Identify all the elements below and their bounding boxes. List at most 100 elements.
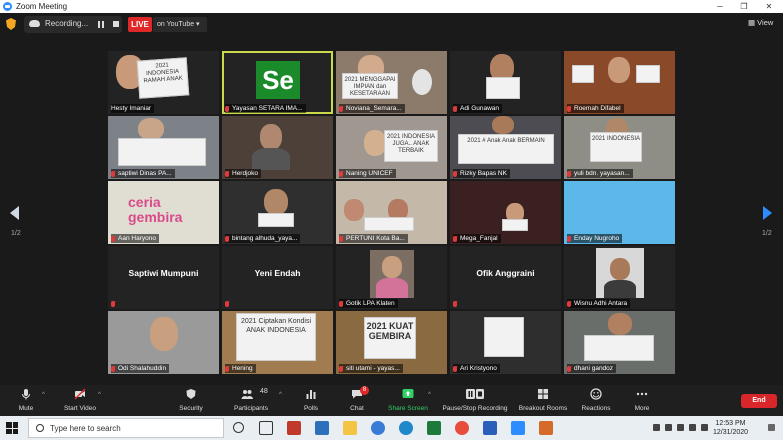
participant-tile[interactable]: 2021 INDONESIA JUGA.. ANAK TERBAIK Nanin… xyxy=(336,116,447,179)
participant-name: Wisnu Adhi Antara xyxy=(574,300,628,307)
end-meeting-button[interactable]: End xyxy=(741,394,777,408)
polls-button[interactable]: Polls xyxy=(296,385,326,416)
participant-tile[interactable]: Wisnu Adhi Antara xyxy=(564,246,675,309)
participant-tile[interactable]: Ari Kristyono xyxy=(450,311,561,374)
share-screen-label: Share Screen xyxy=(388,405,428,412)
security-button[interactable]: Security xyxy=(174,385,208,416)
participant-tile[interactable]: Enday Nugroho xyxy=(564,181,675,244)
muted-mic-icon xyxy=(225,235,229,242)
previous-page-arrow-icon[interactable] xyxy=(10,206,19,220)
participant-tile[interactable]: Mega_Fanjal xyxy=(450,181,561,244)
participant-tile[interactable]: 2021 INDONESIA yuli bdn. yayasan... xyxy=(564,116,675,179)
participant-tile[interactable]: Yeni Endah xyxy=(222,246,333,309)
task-view-icon[interactable] xyxy=(259,421,273,435)
cortana-icon[interactable] xyxy=(233,422,244,433)
notifications-icon[interactable] xyxy=(768,424,775,431)
participant-face xyxy=(260,124,282,150)
participant-name-label: Gotik LPA Klaten xyxy=(339,299,398,308)
share-screen-icon xyxy=(402,389,414,398)
participant-tile[interactable]: Ofik Anggraini xyxy=(450,246,561,309)
taskbar-clock[interactable]: 12:53 PM 12/31/2020 xyxy=(713,419,748,437)
participant-name-label: Herdjoko xyxy=(225,169,262,178)
participant-tile[interactable]: 2021 KUAT GEMBIRA siti utami - yayas... xyxy=(336,311,447,374)
participant-name: Odi Shalahuddin xyxy=(118,365,167,372)
participant-name: Yayasan SETARA IMA... xyxy=(232,105,303,112)
minimize-icon[interactable]: ─ xyxy=(708,0,732,13)
maximize-icon[interactable]: ❐ xyxy=(732,0,756,13)
muted-mic-icon xyxy=(111,365,115,372)
audio-options-caret-icon[interactable]: ^ xyxy=(42,392,45,398)
sign-paper: 2021 INDONESIA xyxy=(590,132,642,162)
participant-tile[interactable]: Gotik LPA Klaten xyxy=(336,246,447,309)
zoom-taskbar-icon[interactable] xyxy=(511,421,525,435)
excel-icon[interactable] xyxy=(427,421,441,435)
reactions-button[interactable]: Reactions xyxy=(578,385,614,416)
network-icon[interactable] xyxy=(689,424,696,431)
stop-recording-icon[interactable] xyxy=(113,21,119,27)
windows-start-icon[interactable] xyxy=(6,422,18,434)
participant-tile[interactable]: ceria gembira Aan Haryono xyxy=(108,181,219,244)
tray-up-arrow-icon[interactable] xyxy=(653,424,660,431)
pause-recording-icon[interactable] xyxy=(98,21,104,28)
edge-icon[interactable] xyxy=(399,421,413,435)
participant-tile[interactable]: 2021 # Anak Anak BERMAIN Rizky Bapas NK xyxy=(450,116,561,179)
video-options-caret-icon[interactable]: ^ xyxy=(98,392,101,398)
encryption-shield-icon[interactable] xyxy=(6,18,16,30)
participants-label: Participants xyxy=(234,405,268,412)
windows-taskbar: Type here to search 12:53 PM 12/31/2020 xyxy=(0,416,783,440)
participant-tile-active-speaker[interactable]: Se Yayasan SETARA IMA... xyxy=(222,51,333,114)
file-explorer-icon[interactable] xyxy=(343,421,357,435)
sign-paper: ceria gembira xyxy=(128,194,183,225)
mail-icon[interactable] xyxy=(315,421,329,435)
view-label: View xyxy=(757,18,774,27)
participant-tile[interactable]: Odi Shalahuddin xyxy=(108,311,219,374)
view-button[interactable]: ▦ View xyxy=(748,18,773,27)
participant-name-label: Adi Gunawan xyxy=(453,104,503,113)
more-button[interactable]: More xyxy=(628,385,656,416)
start-video-button[interactable]: Start Video xyxy=(60,385,100,416)
sign-paper xyxy=(364,217,414,231)
share-options-caret-icon[interactable]: ^ xyxy=(428,392,431,398)
muted-mic-icon xyxy=(339,170,343,177)
share-screen-button[interactable]: Share Screen xyxy=(386,385,430,416)
participant-tile[interactable]: PERTUNI Kota Ba... xyxy=(336,181,447,244)
app-red-icon[interactable] xyxy=(287,421,301,435)
search-icon xyxy=(36,424,44,432)
participant-tile[interactable]: Saptiwi Mumpuni xyxy=(108,246,219,309)
participant-name: Roemah Difabel xyxy=(574,105,621,112)
tray-icon[interactable] xyxy=(665,424,672,431)
muted-mic-icon xyxy=(453,300,457,307)
participant-tile[interactable]: saptiwi Dinas PA... xyxy=(108,116,219,179)
close-icon[interactable]: ✕ xyxy=(757,0,781,13)
smiley-icon xyxy=(590,388,602,400)
pause-stop-recording-button[interactable]: Pause/Stop Recording xyxy=(440,385,510,416)
participant-tile[interactable]: bintang alhuda_yaya... xyxy=(222,181,333,244)
chat-button[interactable]: 8 Chat xyxy=(342,385,372,416)
participant-tile[interactable]: Herdjoko xyxy=(222,116,333,179)
grid-icon: ▦ xyxy=(748,18,758,27)
participant-face xyxy=(492,116,514,134)
participants-options-caret-icon[interactable]: ^ xyxy=(279,392,282,398)
word-icon[interactable] xyxy=(483,421,497,435)
participants-button[interactable]: 48 Participants xyxy=(230,385,272,416)
participant-tile[interactable]: Roemah Difabel xyxy=(564,51,675,114)
muted-mic-icon xyxy=(111,300,115,307)
participant-tile[interactable]: 2021 INDONESIA RAMAH ANAK Hesty Imaniar xyxy=(108,51,219,114)
participant-tile[interactable]: 2021 Ciptakan Kondisi ANAK INDONESIA Hen… xyxy=(222,311,333,374)
livestream-dropdown[interactable]: on YouTube ▾ xyxy=(153,17,207,32)
participants-count: 48 xyxy=(260,388,268,395)
app-orange-icon[interactable] xyxy=(539,421,553,435)
chrome-blue-icon[interactable] xyxy=(371,421,385,435)
chrome-icon[interactable] xyxy=(455,421,469,435)
mute-button[interactable]: Mute xyxy=(8,385,44,416)
taskbar-search-box[interactable]: Type here to search xyxy=(28,418,224,438)
breakout-rooms-button[interactable]: Breakout Rooms xyxy=(516,385,570,416)
setara-logo: Se xyxy=(256,61,300,99)
tray-icon[interactable] xyxy=(677,424,684,431)
participant-tile[interactable]: Adi Gunawan xyxy=(450,51,561,114)
next-page-arrow-icon[interactable] xyxy=(763,206,772,220)
participant-name-label: yuli bdn. yayasan... xyxy=(567,169,633,178)
participant-tile[interactable]: 2021 MENGGAPAI IMPIAN dan KESETARAAN Nov… xyxy=(336,51,447,114)
volume-icon[interactable] xyxy=(701,424,708,431)
participant-tile[interactable]: dhani gandoz xyxy=(564,311,675,374)
